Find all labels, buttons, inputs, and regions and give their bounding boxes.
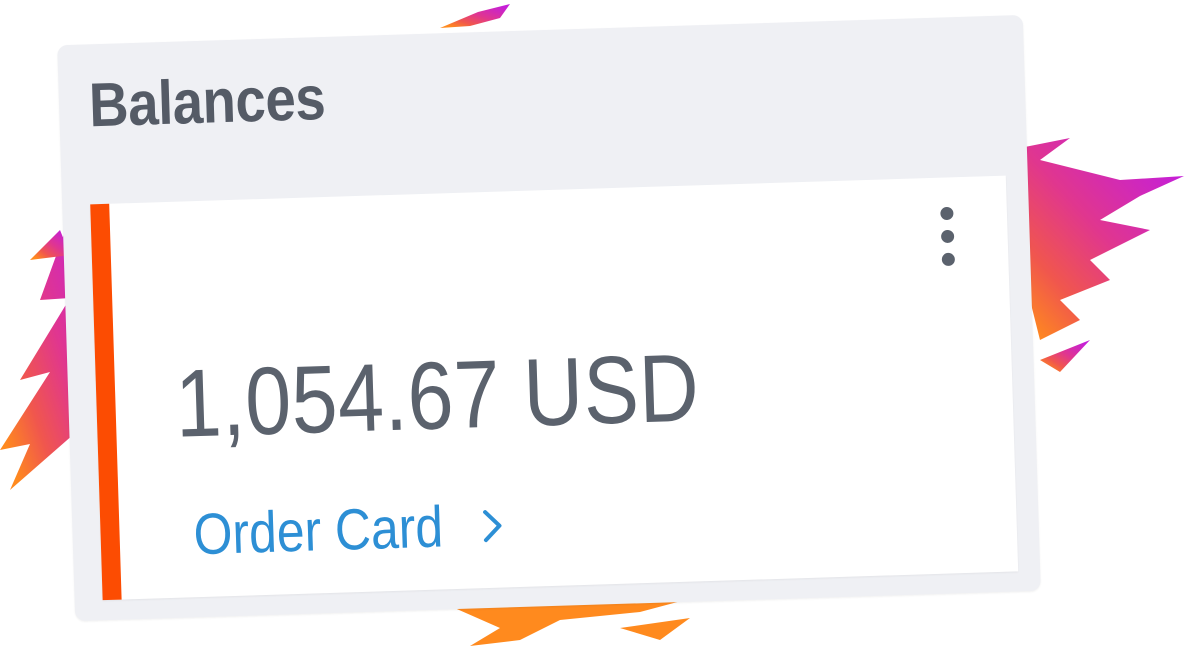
order-card-label: Order Card xyxy=(192,494,445,568)
order-card-link[interactable]: Order Card xyxy=(193,491,509,568)
chevron-right-icon xyxy=(477,505,508,546)
balance-card: 1,054.67 USD Order Card xyxy=(90,175,1019,601)
panel-title: Balances xyxy=(88,63,327,141)
balance-amount: 1,054.67 USD xyxy=(173,334,701,458)
more-vertical-icon[interactable] xyxy=(937,205,959,268)
balances-panel: Balances 1,054.67 USD Order Card xyxy=(57,14,1041,622)
